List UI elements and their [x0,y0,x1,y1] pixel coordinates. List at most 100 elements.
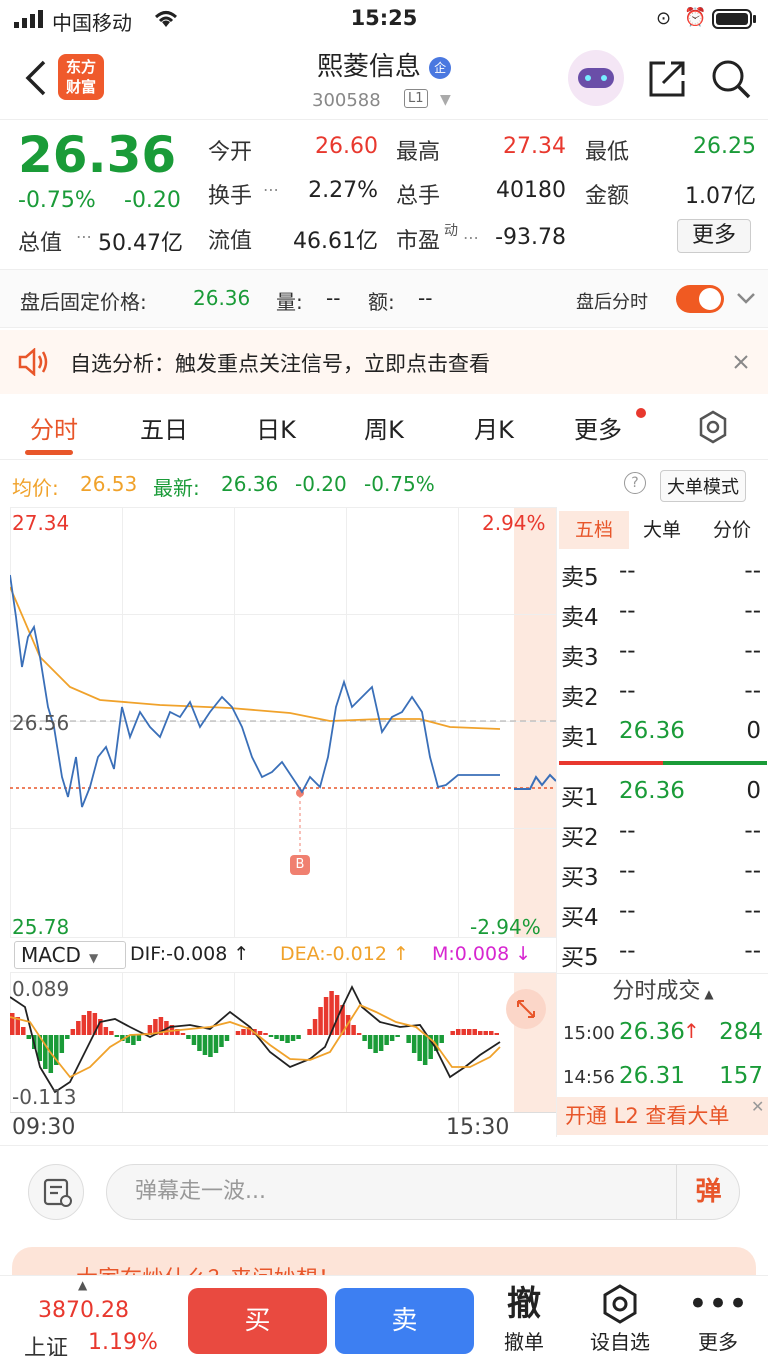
volume-label: 总手 [396,184,441,209]
clock: 15:25 [350,6,418,30]
danmu-send-button[interactable]: 弹 [676,1164,740,1220]
indicator-select[interactable]: MACD ▼ [14,941,126,969]
tab-five-day[interactable]: 五日 [114,410,214,445]
share-icon[interactable] [647,59,687,99]
big-order-mode-button[interactable]: 大单模式 [660,470,746,502]
buy-button[interactable]: 买 [188,1288,327,1354]
index-name[interactable]: 上证 [24,1330,68,1362]
ask-price: -- [619,678,636,704]
bid-volume: 0 [746,778,761,804]
macd-bar [21,1027,26,1035]
macd-bar [351,1025,356,1035]
macd-bar [235,1031,241,1035]
tab-daily-k[interactable]: 日K [226,410,326,445]
close-icon[interactable]: ✕ [751,1097,764,1116]
macd-bar [274,1035,279,1039]
bid-row[interactable]: 买1 26.36 0 [557,773,767,813]
expand-icon[interactable] [506,989,546,1029]
ask-level-label: 卖1 [561,725,599,751]
rotation-lock-icon: ⊙ [656,8,672,29]
close-icon[interactable] [733,354,749,370]
macd-bar [411,1035,417,1053]
after-hours-toggle[interactable] [676,285,724,313]
macd-bar [59,1035,65,1053]
ask-row[interactable]: 卖1 26.36 0 [557,713,767,753]
macd-bar [439,1035,444,1043]
sell-button[interactable]: 卖 [335,1288,474,1354]
bid-row[interactable]: 买3 -- -- [557,853,767,893]
bid-row[interactable]: 买4 -- -- [557,893,767,933]
chevron-down-icon[interactable] [736,292,756,304]
bid-row[interactable]: 买2 -- -- [557,813,767,853]
index-value[interactable]: 3870.28 [38,1298,129,1323]
after-hours-label: 盘后固定价格: [20,290,147,314]
tab-intraday[interactable]: 分时 [4,410,104,445]
macd-bar [186,1035,191,1039]
intraday-chart[interactable]: 27.34 26.56 25.78 2.94% -2.94% B MACD ▼ D… [10,507,556,1143]
tab-more[interactable]: 更多 [548,410,648,445]
current-price: 26.36 [18,126,177,184]
tab-big-orders[interactable]: 大单 [627,511,697,549]
trades-title[interactable]: 分时成交 ▲ [557,973,768,1013]
status-bar: 中国移动 15:25 ⊙ ⏰ [0,0,768,38]
index-pct[interactable]: 1.19% [88,1330,158,1355]
bid-volume: -- [744,818,761,844]
high-value: 27.34 [503,134,566,159]
float-label: 流值 [208,229,253,254]
alarm-icon: ⏰ [684,7,707,28]
danmu-input[interactable]: 弹幕走一波... [106,1164,740,1220]
tab-five-levels[interactable]: 五档 [559,511,629,549]
help-icon[interactable]: ? [624,472,646,494]
info-icon[interactable]: ⋯ [263,180,279,199]
ask-row[interactable]: 卖3 -- -- [557,633,767,673]
search-icon[interactable] [710,58,752,100]
active-tab-indicator [25,450,73,455]
after-hours-bar: 盘后固定价格: 26.36 量: -- 额: -- 盘后分时 [0,270,768,328]
pe-value: -93.78 [495,225,566,250]
dropdown-caret-icon[interactable]: ▼ [440,92,451,108]
macd-bar [367,1035,373,1049]
ask-level-label: 卖2 [561,685,599,711]
time-start-label: 09:30 [12,1115,76,1140]
bid-divider [663,761,767,765]
dea-value: DEA:-0.012 ↑ [280,943,409,965]
hexagon-icon [603,1284,637,1324]
bid-price: -- [619,858,636,884]
ask-row[interactable]: 卖5 -- -- [557,553,767,593]
more-quote-button[interactable]: 更多 [677,219,751,253]
add-watchlist-button[interactable]: 设自选 [580,1282,660,1355]
trade-volume: 284 [719,1019,763,1045]
tab-monthly-k[interactable]: 月K [444,410,544,445]
more-button[interactable]: ••• 更多 [678,1282,758,1355]
ask-price: -- [619,638,636,664]
ask-row[interactable]: 卖2 -- -- [557,673,767,713]
macd-bar [494,1033,499,1035]
period-tabs: 分时 五日 日K 周K 月K 更多 [0,396,768,460]
macd-bar [279,1035,285,1041]
level-badge: L1 [404,89,428,108]
buy-marker[interactable]: B [290,855,310,875]
settings-icon[interactable] [696,410,730,444]
macd-bar [65,1035,70,1039]
cancel-order-button[interactable]: 撤 撤单 [484,1282,564,1355]
tab-weekly-k[interactable]: 周K [334,410,434,445]
tab-price-distribution[interactable]: 分价 [697,511,767,549]
notice-bar[interactable]: 自选分析：触发重点关注信号，立即点击查看 [0,330,768,394]
macd-bottom-label: -0.113 [12,1085,77,1109]
bid-row[interactable]: 买5 -- -- [557,933,767,973]
ask-level-label: 卖5 [561,565,599,591]
assistant-avatar[interactable] [568,50,624,106]
danmu-settings-icon[interactable] [28,1164,84,1220]
info-icon[interactable]: ⋯ [76,227,92,246]
bid-price: -- [619,898,636,924]
trade-time: 14:56 [563,1067,615,1088]
trade-direction-icon: ↑ [683,1019,700,1043]
ask-row[interactable]: 卖4 -- -- [557,593,767,633]
price-mid-label: 26.56 [12,711,70,735]
avg-price-line [10,586,501,730]
l2-promo[interactable]: 开通 L2 查看大单 [557,1097,768,1135]
macd-bar [378,1035,384,1051]
after-hours-price: 26.36 [193,286,251,310]
low-label: 最低 [585,140,630,165]
trade-volume: 157 [719,1063,763,1089]
